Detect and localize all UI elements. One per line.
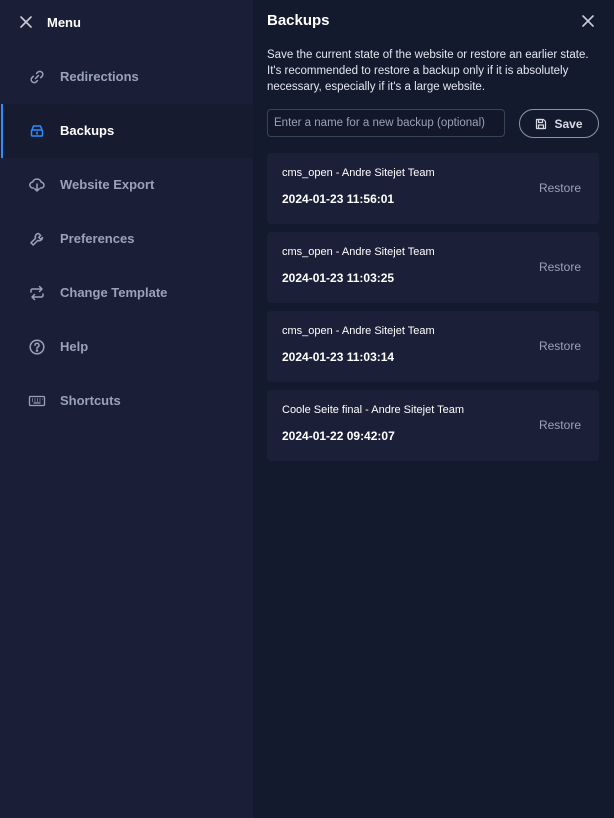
backup-item: cms_open - Andre Sitejet Team 2024-01-23… <box>267 311 599 382</box>
swap-icon <box>30 285 44 301</box>
restore-button[interactable]: Restore <box>539 181 581 195</box>
sidebar-item-website-export[interactable]: Website Export <box>0 158 253 212</box>
sidebar-item-label: Website Export <box>60 177 155 192</box>
backup-name: cms_open - Andre Sitejet Team <box>282 325 435 337</box>
save-button-label: Save <box>554 116 583 131</box>
backup-date: 2024-01-22 09:42:07 <box>282 429 395 443</box>
restore-button[interactable]: Restore <box>539 418 581 432</box>
backup-date: 2024-01-23 11:56:01 <box>282 192 395 206</box>
help-icon <box>29 339 45 355</box>
wrench-icon <box>30 232 44 246</box>
sidebar-item-label: Shortcuts <box>60 393 121 408</box>
save-icon <box>536 118 547 129</box>
restore-button[interactable]: Restore <box>539 260 581 274</box>
save-button[interactable]: Save <box>519 109 599 138</box>
restore-button[interactable]: Restore <box>539 339 581 353</box>
menu-header: Menu <box>0 0 253 46</box>
backups-description: Save the current state of the website or… <box>267 49 589 93</box>
page-title: Backups <box>267 12 330 29</box>
backup-item: cms_open - Andre Sitejet Team 2024-01-23… <box>267 232 599 303</box>
close-icon[interactable] <box>581 14 595 28</box>
sidebar-item-label: Backups <box>60 123 115 138</box>
sidebar-item-redirections[interactable]: Redirections <box>0 50 253 104</box>
sidebar-item-change-template[interactable]: Change Template <box>0 266 253 320</box>
backup-icon <box>30 125 44 137</box>
backup-date: 2024-01-23 11:03:14 <box>282 350 395 364</box>
backups-panel: Backups Save the current state of the we… <box>253 0 614 818</box>
cloud-download-icon <box>29 178 45 192</box>
sidebar-item-label: Change Template <box>60 285 168 300</box>
keyboard-icon <box>28 395 46 407</box>
close-icon[interactable] <box>18 14 34 30</box>
sidebar-item-help[interactable]: Help <box>0 320 253 374</box>
backup-item: cms_open - Andre Sitejet Team 2024-01-23… <box>267 153 599 224</box>
link-icon <box>30 70 44 84</box>
sidebar-item-backups[interactable]: Backups <box>0 104 253 158</box>
menu-title: Menu <box>47 15 81 30</box>
backup-name: Coole Seite final - Andre Sitejet Team <box>282 404 465 416</box>
backup-item: Coole Seite final - Andre Sitejet Team 2… <box>267 390 599 461</box>
backup-name: cms_open - Andre Sitejet Team <box>282 246 435 258</box>
backup-list: cms_open - Andre Sitejet Team 2024-01-23… <box>267 153 599 469</box>
sidebar-nav: Redirections Backups Website Export Pref… <box>0 50 253 428</box>
sidebar-menu: Menu Redirections Backups Website Export… <box>0 0 253 818</box>
sidebar-item-preferences[interactable]: Preferences <box>0 212 253 266</box>
sidebar-item-label: Help <box>60 339 89 354</box>
sidebar-item-label: Preferences <box>60 231 135 246</box>
sidebar-item-shortcuts[interactable]: Shortcuts <box>0 374 253 428</box>
sidebar-item-label: Redirections <box>60 69 139 84</box>
backup-date: 2024-01-23 11:03:25 <box>282 271 395 285</box>
backup-name: cms_open - Andre Sitejet Team <box>282 167 435 179</box>
backup-name-input[interactable] <box>267 109 505 137</box>
